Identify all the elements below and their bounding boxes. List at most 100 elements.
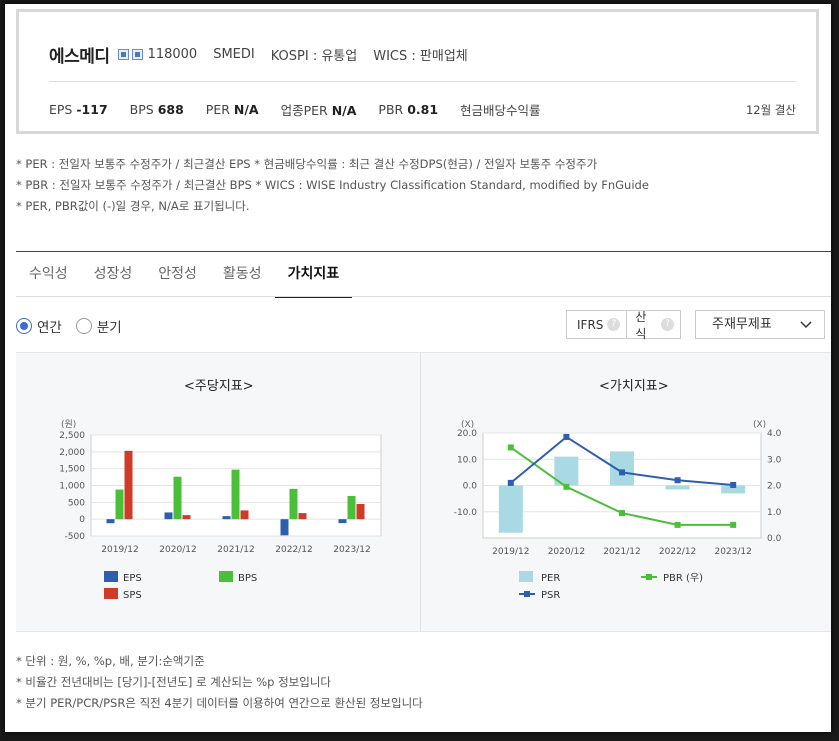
- x-tick-label: 2020/12: [159, 545, 196, 555]
- x-tick-label: 2020/12: [548, 547, 585, 557]
- metric-bps: BPS 688: [129, 102, 184, 117]
- radio-quarterly-label[interactable]: 분기: [97, 316, 122, 336]
- help-icon[interactable]: ?: [661, 318, 674, 331]
- tab-profitability[interactable]: 수익성: [16, 262, 81, 296]
- y-tick-label: 500: [68, 498, 85, 508]
- y-tick-label: -500: [65, 532, 86, 542]
- tab-stability[interactable]: 안정성: [145, 262, 210, 296]
- point-pbr: [619, 510, 625, 517]
- legend-label: BPS: [238, 573, 257, 584]
- point-pbr: [507, 444, 514, 451]
- note-line: * 단위 : 원, %, %p, 배, 분기:순액기준: [16, 654, 205, 668]
- note-line: * PER, PBR값이 (-)일 경우, N/A로 표기됩니다.: [16, 199, 250, 213]
- bar-eps: [106, 519, 115, 524]
- company-row: 에스메디 118000 SMEDI KOSPI : 유통업 WICS : 판매업…: [49, 42, 468, 67]
- legend-marker-pbr: [646, 574, 652, 580]
- x-tick-label: 2023/12: [333, 545, 370, 555]
- y-left-tick-label: 20.0: [457, 429, 477, 439]
- bar-bps: [231, 469, 240, 520]
- statement-select[interactable]: 주재무제표: [695, 310, 825, 339]
- radio-quarterly[interactable]: [75, 318, 92, 334]
- metrics-row: EPS -117 BPS 688 PER N/A 업종PER N/A PBR 0…: [49, 100, 563, 119]
- y-tick-label: 2,000: [59, 448, 85, 458]
- bar-sps: [240, 510, 249, 520]
- point-pbr: [563, 483, 570, 490]
- tab-growth[interactable]: 성장성: [81, 262, 146, 296]
- section-divider: [16, 251, 831, 252]
- bar-eps: [338, 519, 347, 524]
- x-tick-label: 2022/12: [275, 545, 312, 555]
- ifrs-label: IFRS: [577, 317, 604, 332]
- help-icon[interactable]: ?: [607, 318, 621, 331]
- metric-pbr: PBR 0.81: [378, 102, 439, 117]
- radio-annual-label[interactable]: 연간: [37, 316, 62, 336]
- bar-eps: [164, 512, 173, 520]
- note-line: * 분기 PER/PCR/PSR은 직전 4분기 데이터를 이용하여 연간으로 …: [16, 696, 423, 710]
- legend-label: PER: [541, 573, 560, 584]
- chevron-down-icon: [800, 311, 812, 348]
- x-tick-label: 2021/12: [603, 547, 640, 557]
- note-line: * PBR : 전일자 보통주 수정주가 / 최근결산 BPS * WICS :…: [16, 178, 649, 192]
- market-info: KOSPI : 유통업: [270, 49, 358, 64]
- stock-code: 118000: [147, 47, 198, 62]
- bar-eps: [222, 516, 231, 520]
- statement-select-value: 주재무제표: [712, 317, 772, 332]
- formula-button[interactable]: 산식 ?: [626, 310, 680, 341]
- x-tick-label: 2023/12: [715, 547, 752, 557]
- company-name: 에스메디: [49, 47, 110, 67]
- radio-annual[interactable]: [16, 318, 32, 334]
- info-buttons: IFRS ? 산식 ?: [566, 310, 681, 341]
- y-right-tick-label: 4.0: [767, 429, 782, 439]
- legend-label: PSR: [541, 590, 560, 601]
- x-tick-label: 2021/12: [217, 545, 254, 555]
- x-tick-label: 2022/12: [659, 547, 696, 557]
- metric-per: PER N/A: [205, 102, 259, 117]
- metric-eps: EPS -117: [49, 102, 108, 117]
- y-tick-label: 1,000: [59, 482, 85, 492]
- bar-bps: [289, 488, 298, 520]
- company-summary-box: 에스메디 118000 SMEDI KOSPI : 유통업 WICS : 판매업…: [16, 9, 819, 134]
- page-frame: 에스메디 118000 SMEDI KOSPI : 유통업 WICS : 판매업…: [5, 4, 831, 732]
- legend-label: EPS: [123, 573, 142, 584]
- metric-industry-per: 업종PER N/A: [280, 103, 357, 118]
- point-pbr: [674, 521, 681, 528]
- legend-swatch-bps: [219, 571, 233, 582]
- charts-panel: <주당지표> <가치지표> (원) -500 0 500 1,000 1,500 2,000…: [16, 352, 831, 632]
- valuation-chart: (X) (X)20.010.00.0-10.04.03.02.01.00.0201…: [454, 420, 782, 601]
- point-psr: [507, 479, 514, 486]
- y-right-unit-label: (X): [753, 420, 766, 430]
- bar-per: [498, 485, 523, 533]
- y-left-tick-label: 10.0: [457, 455, 477, 465]
- y-right-tick-label: 3.0: [767, 455, 782, 465]
- notes-top: * PER : 전일자 보통주 수정주가 / 최근결산 EPS * 현금배당수익…: [16, 154, 649, 217]
- tab-activity[interactable]: 활동성: [210, 262, 275, 296]
- legend-swatch-sps: [104, 588, 118, 599]
- tab-valuation[interactable]: 가치지표: [274, 262, 353, 298]
- bar-sps: [124, 450, 133, 520]
- building-icon[interactable]: [131, 49, 143, 60]
- point-psr: [730, 481, 737, 488]
- bar-sps: [182, 515, 191, 520]
- bar-sps: [356, 504, 365, 520]
- y-right-tick-label: 2.0: [767, 482, 782, 492]
- legend-swatch-eps: [104, 571, 118, 582]
- x-tick-label: 2019/12: [101, 545, 138, 555]
- per-share-chart: (원) -500 0 500 1,000 1,500 2,000 2,500 2019/12 20…: [59, 419, 382, 601]
- period-toggle: 연간 분기: [16, 316, 136, 336]
- fiscal-note: 12월 결산: [745, 103, 796, 117]
- y-tick-label: 0: [79, 515, 85, 525]
- x-tick-label: 2019/12: [492, 547, 529, 557]
- bar-bps: [115, 489, 124, 520]
- home-icon[interactable]: [117, 49, 129, 60]
- y-right-tick-label: 1.0: [767, 508, 782, 518]
- point-pbr: [730, 521, 737, 528]
- formula-label: 산식: [635, 309, 647, 341]
- point-psr: [563, 433, 570, 440]
- point-psr: [619, 469, 625, 476]
- ifrs-button[interactable]: IFRS ?: [567, 311, 626, 338]
- y-tick-label: 2,500: [59, 431, 85, 441]
- y-tick-label: 1,500: [59, 465, 85, 475]
- english-name: SMEDI: [213, 47, 255, 62]
- y-left-tick-label: 0.0: [463, 482, 478, 492]
- wics-info: WICS : 판매업체: [373, 49, 468, 64]
